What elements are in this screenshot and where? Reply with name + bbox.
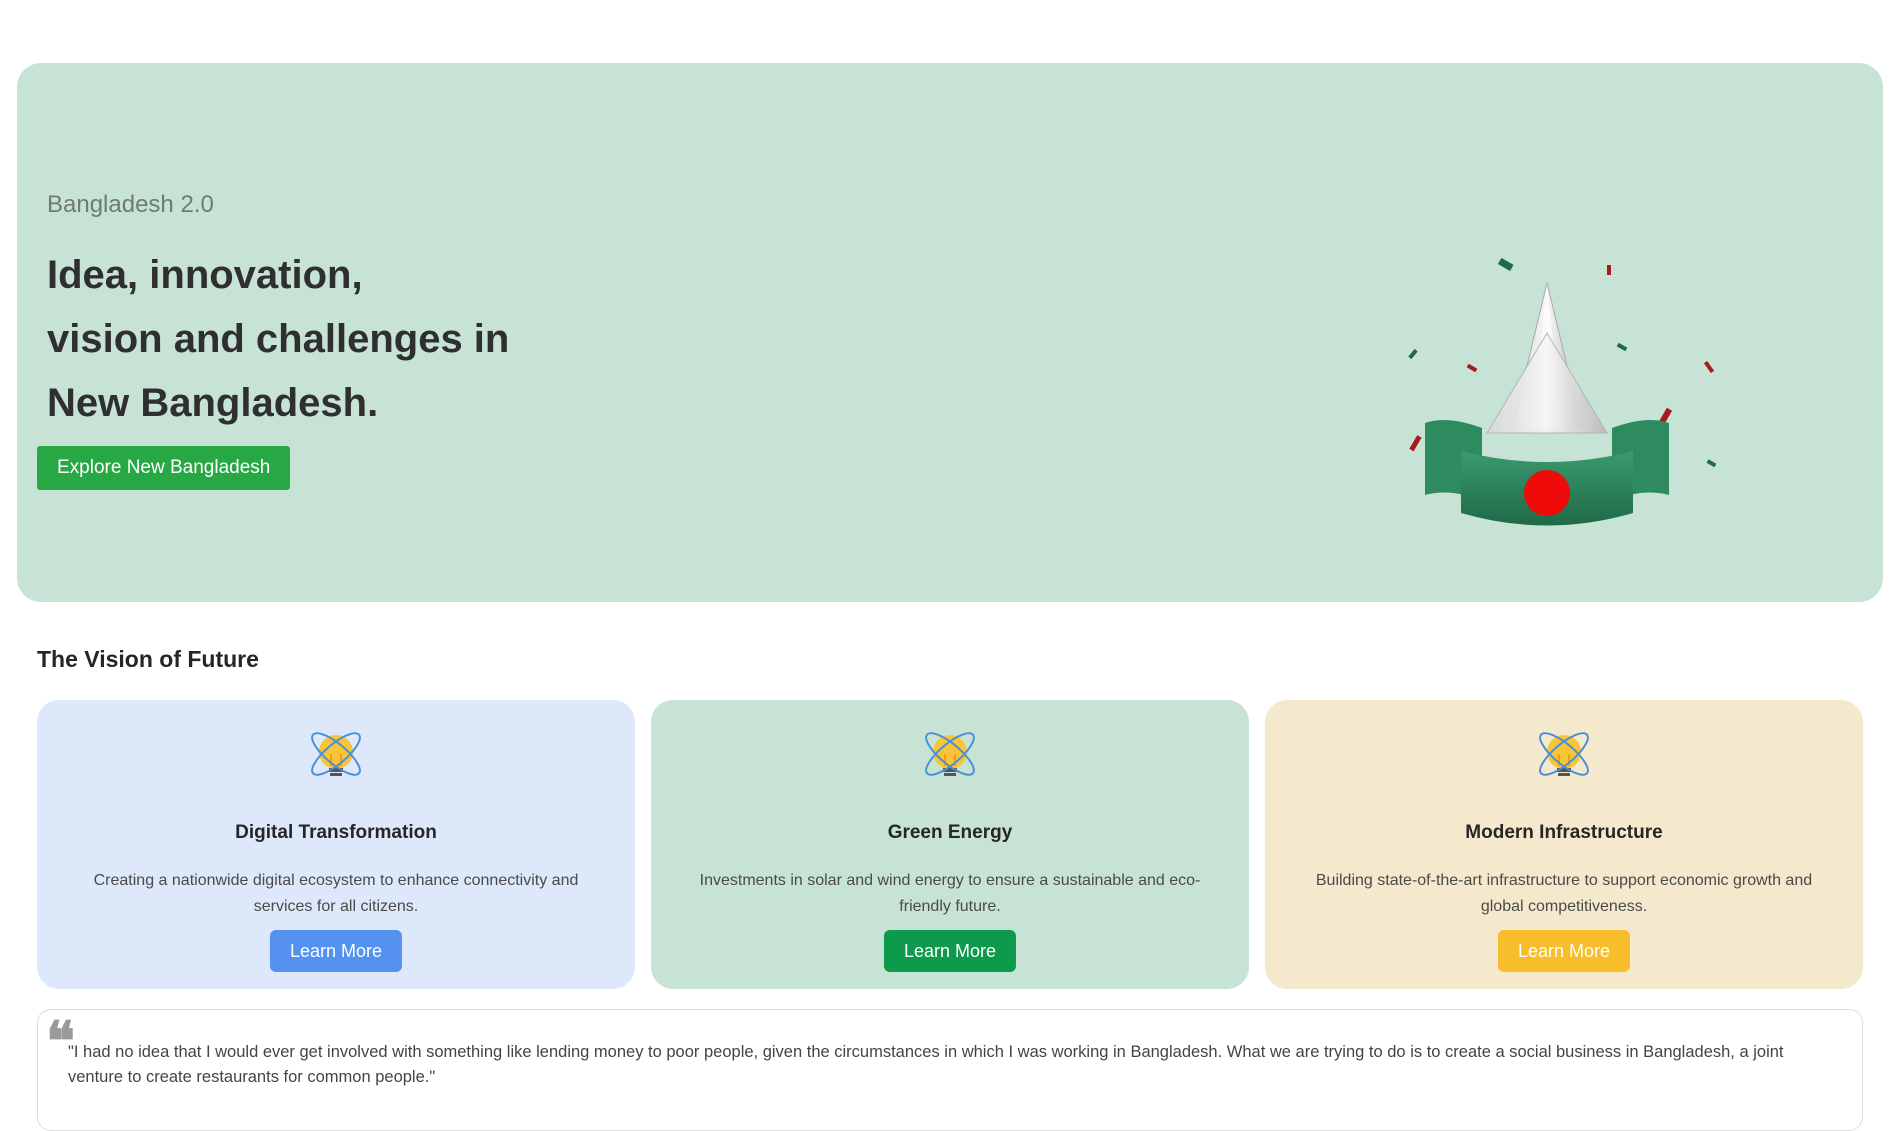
hero-title-line: New Bangladesh. — [47, 381, 379, 425]
lightbulb-atom-icon — [311, 732, 361, 776]
lightbulb-atom-icon — [925, 732, 975, 776]
section-title: The Vision of Future — [37, 646, 259, 672]
vision-cards: Digital Transformation Creating a nation… — [37, 700, 1863, 989]
learn-more-button[interactable]: Learn More — [269, 930, 403, 972]
card-title: Digital Transformation — [235, 822, 437, 843]
vision-card-modern-infrastructure: Modern Infrastructure Building state-of-… — [1265, 700, 1863, 989]
hero-title: Idea, innovation, vision and challenges … — [47, 243, 607, 435]
vision-card-digital-transformation: Digital Transformation Creating a nation… — [37, 700, 635, 989]
hero-title-line: Idea, innovation, — [47, 253, 363, 297]
national-monument-flag-illustration — [1408, 257, 1717, 526]
quote-block: ❝ "I had no idea that I would ever get i… — [37, 1009, 1863, 1131]
quote-text: "I had no idea that I would ever get inv… — [68, 1043, 1784, 1086]
learn-more-button[interactable]: Learn More — [1497, 930, 1631, 972]
card-title: Green Energy — [887, 822, 1013, 843]
lightbulb-atom-icon — [1539, 732, 1589, 776]
card-description: Building state-of-the-art infrastructure… — [1315, 872, 1813, 915]
hero-kicker: Bangladesh 2.0 — [47, 191, 214, 218]
hero-title-line: vision and challenges in — [47, 317, 510, 361]
vision-card-green-energy: Green Energy Investments in solar and wi… — [651, 700, 1249, 989]
card-title: Modern Infrastructure — [1465, 822, 1663, 843]
hero-banner: Bangladesh 2.0 Idea, innovation, vision … — [17, 63, 1883, 602]
card-description: Creating a nationwide digital ecosystem … — [93, 872, 579, 915]
learn-more-button[interactable]: Learn More — [883, 930, 1017, 972]
explore-button[interactable]: Explore New Bangladesh — [37, 446, 291, 490]
card-description: Investments in solar and wind energy to … — [699, 872, 1201, 915]
